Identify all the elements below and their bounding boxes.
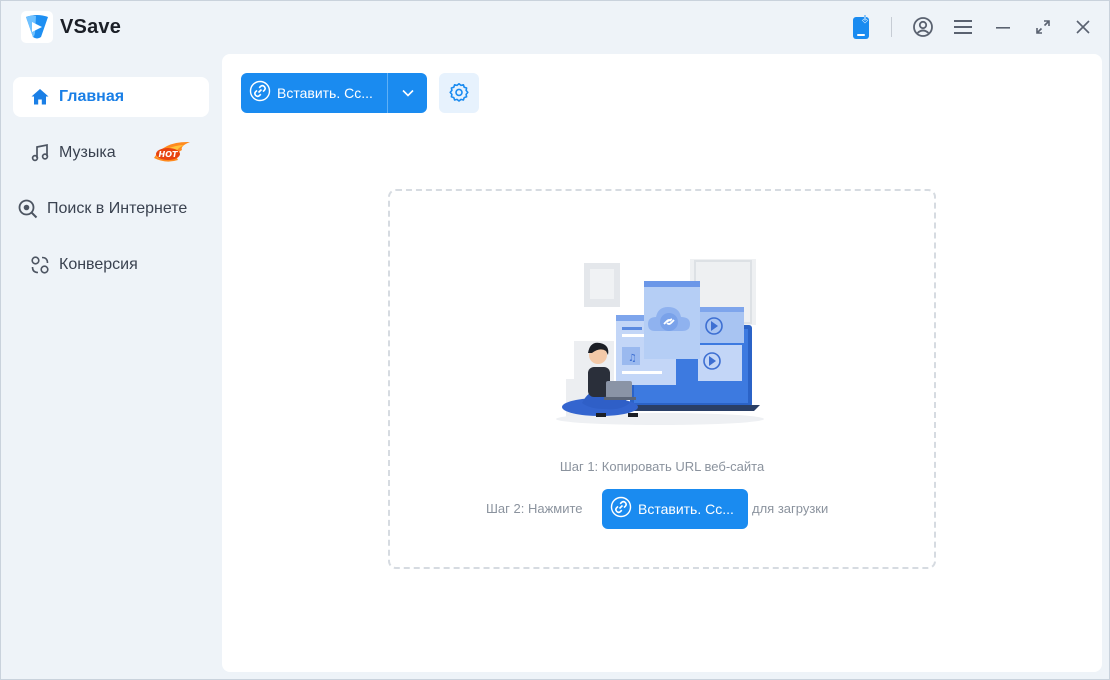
- step2-after-text: для загрузки: [752, 501, 829, 516]
- home-icon: [29, 86, 51, 108]
- titlebar-separator: [891, 17, 892, 37]
- web-search-icon: [17, 198, 39, 220]
- minimize-icon[interactable]: [989, 13, 1017, 41]
- step2-text: Шаг 2: Нажмите: [486, 501, 583, 516]
- paste-options-dropdown[interactable]: [388, 73, 427, 113]
- sidebar-item-conversion[interactable]: Конверсия: [13, 245, 209, 285]
- maximize-icon[interactable]: [1029, 13, 1057, 41]
- link-icon: [610, 496, 632, 523]
- settings-button[interactable]: [439, 73, 479, 113]
- conversion-icon: [29, 254, 51, 276]
- download-illustration: ♫: [530, 231, 780, 436]
- sidebar-item-label: Музыка: [59, 144, 116, 161]
- sidebar-item-label: Конверсия: [59, 256, 138, 273]
- menu-icon[interactable]: [949, 13, 977, 41]
- account-icon[interactable]: [909, 13, 937, 41]
- paste-link-split-button: Вставить. Сс...: [241, 73, 427, 113]
- title-bar: VSave: [1, 1, 1109, 53]
- svg-text:HOT: HOT: [159, 150, 178, 159]
- sidebar-item-music[interactable]: Музыка HOT: [13, 133, 209, 173]
- paste-link-button[interactable]: Вставить. Сс...: [241, 73, 387, 113]
- app-window: VSave Главная Музыка HOT Поиск в Интерне…: [0, 0, 1110, 680]
- sidebar-item-label: Поиск в Интернете: [47, 200, 188, 217]
- link-icon: [249, 80, 271, 107]
- gear-icon: [449, 83, 469, 102]
- hot-badge-icon: HOT: [152, 138, 192, 171]
- music-note-icon: [29, 142, 51, 164]
- chevron-down-icon: [401, 89, 414, 97]
- sidebar-item-web-search[interactable]: Поиск в Интернете: [13, 189, 209, 229]
- close-icon[interactable]: [1069, 13, 1097, 41]
- paste-link-label: Вставить. Сс...: [277, 85, 373, 101]
- drop-zone: ♫ Шаг 1: Копировать URL веб-сайта Шаг 2:…: [388, 189, 936, 569]
- phone-download-icon[interactable]: [847, 13, 875, 41]
- main-panel: Вставить. Сс... ♫ Шаг 1: Копировать URL …: [222, 54, 1102, 672]
- sidebar-item-label: Главная: [59, 88, 125, 105]
- inline-paste-label: Вставить. Сс...: [638, 501, 734, 517]
- sidebar-item-home[interactable]: Главная: [13, 77, 209, 117]
- step1-text: Шаг 1: Копировать URL веб-сайта: [559, 459, 765, 474]
- app-title: VSave: [60, 16, 122, 38]
- svg-text:♫: ♫: [628, 353, 637, 364]
- inline-paste-link-button[interactable]: Вставить. Сс...: [602, 489, 748, 529]
- vsave-logo-icon: [21, 11, 53, 43]
